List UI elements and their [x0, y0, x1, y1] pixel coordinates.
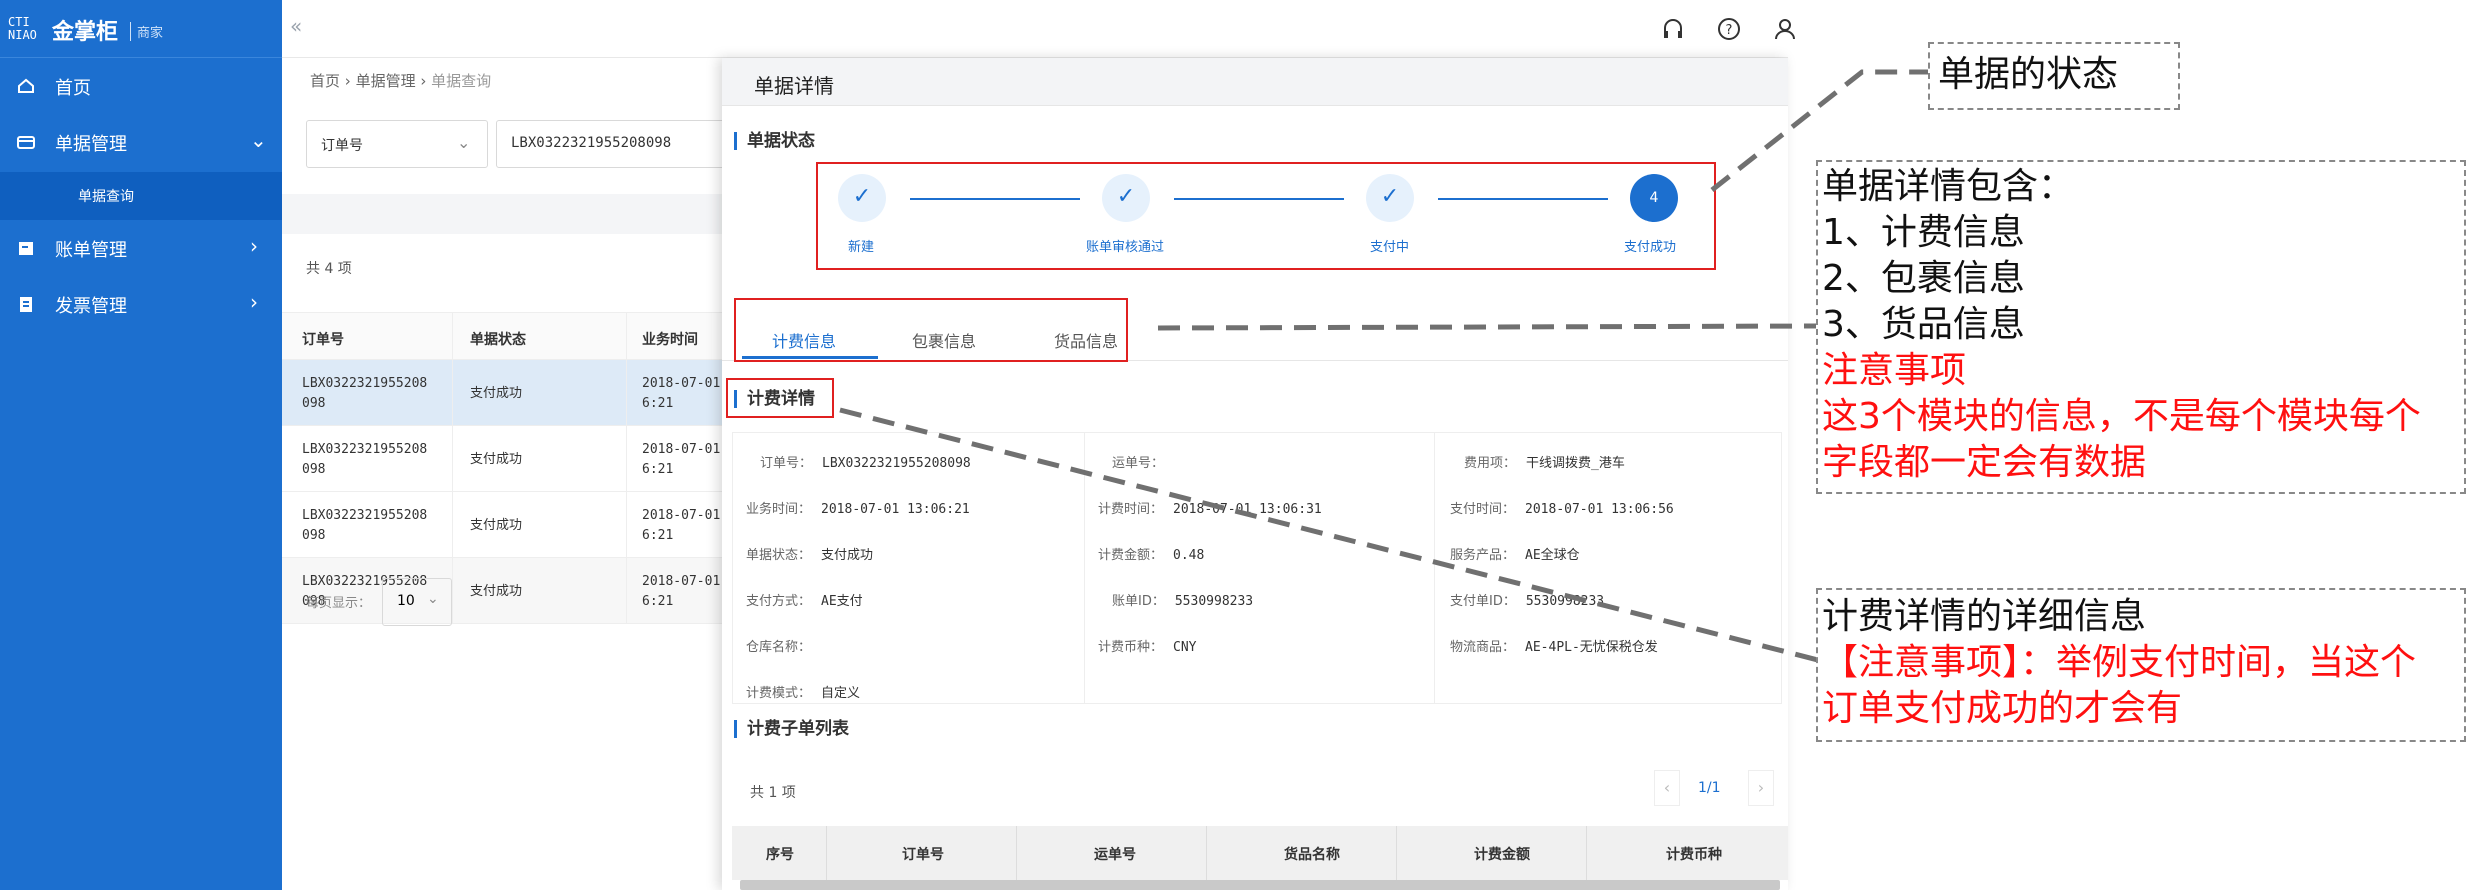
annotation-detail-list: 单据详情包含： 1、计费信息 2、包裹信息 3、货品信息 注意事项 这3个模块的… [1822, 166, 2421, 483]
annotation-status: 单据的状态 [1928, 42, 2180, 110]
annotation-billing-text: 计费详情的详细信息 【注意事项】：举例支付时间，当这个 订单支付成功的才会有 [1822, 596, 2417, 729]
annotation-detail-contents: 单据详情包含： 1、计费信息 2、包裹信息 3、货品信息 注意事项 这3个模块的… [1816, 160, 2466, 494]
annotation-billing-detail: 计费详情的详细信息 【注意事项】：举例支付时间，当这个 订单支付成功的才会有 [1816, 588, 2466, 742]
